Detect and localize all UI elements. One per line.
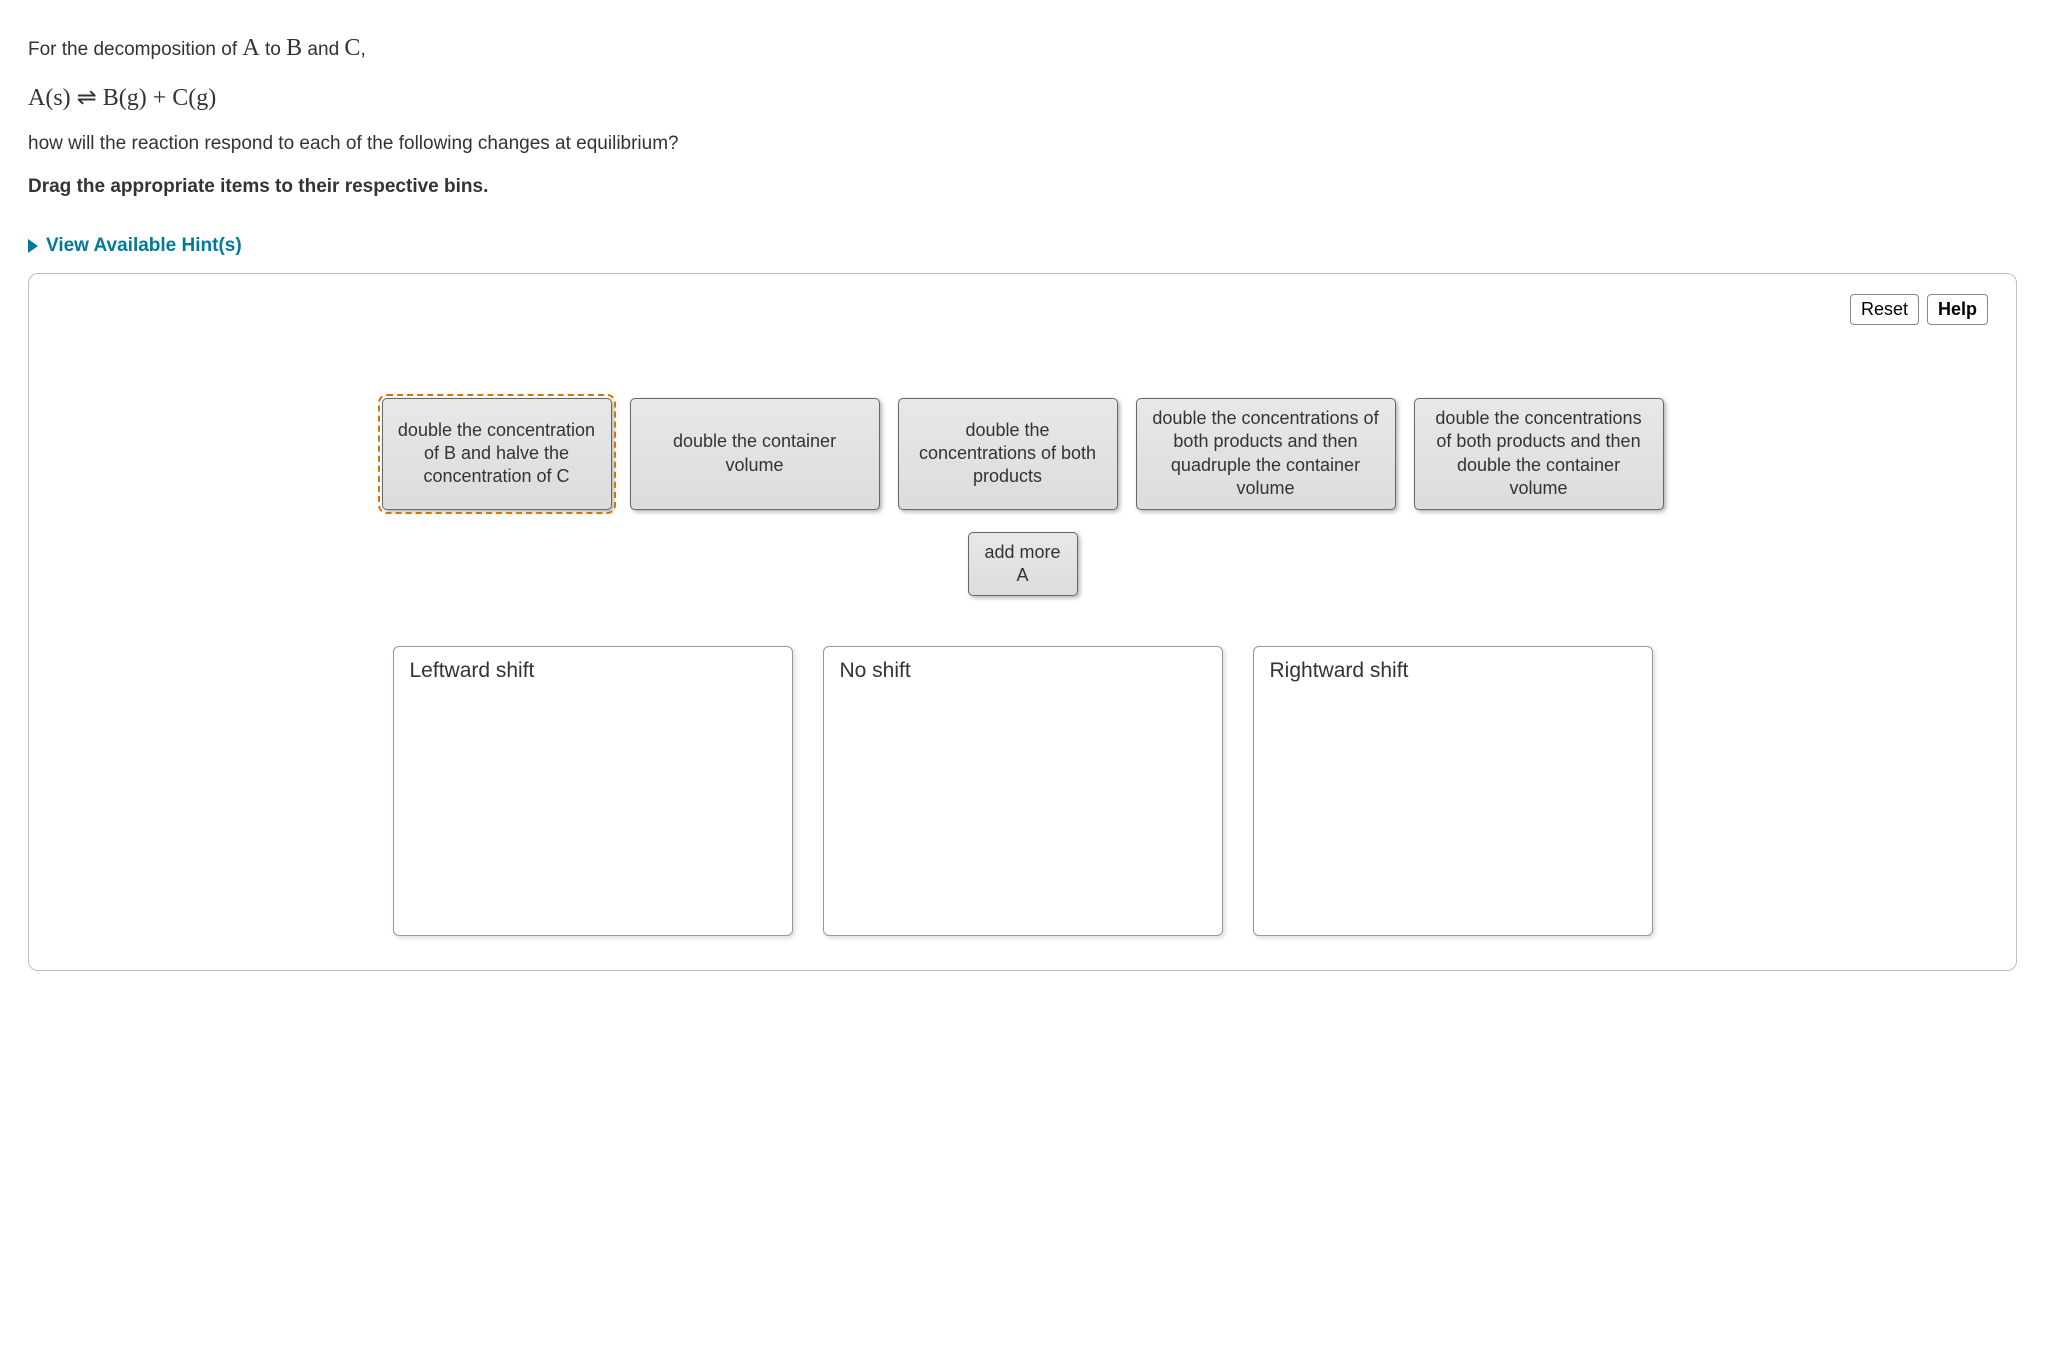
prompt-line-1: For the decomposition of A to B and C, bbox=[28, 30, 2017, 66]
drag-item-double-both-products[interactable]: double the concentrations of both produc… bbox=[898, 398, 1118, 510]
draggables-area: double the concentration of B and halve … bbox=[57, 398, 1988, 596]
reset-button[interactable]: Reset bbox=[1850, 294, 1919, 325]
text: For the decomposition of bbox=[28, 39, 242, 60]
symbol-B: B bbox=[286, 35, 302, 61]
activity-container: Reset Help double the concentration of B… bbox=[28, 273, 2017, 971]
equation: A(s) ⇌ B(g) + C(g) bbox=[28, 80, 2017, 116]
bin-label-right: Rightward shift bbox=[1270, 659, 1636, 683]
drag-item-double-products-quadruple-volume[interactable]: double the concentrations of both produc… bbox=[1136, 398, 1396, 510]
toolbar: Reset Help bbox=[1850, 294, 1988, 325]
bin-no-shift[interactable]: No shift bbox=[823, 646, 1223, 936]
bin-label-left: Leftward shift bbox=[410, 659, 776, 683]
question-prompt: For the decomposition of A to B and C, A… bbox=[28, 30, 2017, 225]
prompt-line-2: how will the reaction respond to each of… bbox=[28, 130, 2017, 159]
symbol-A: A bbox=[242, 35, 259, 61]
bin-leftward-shift[interactable]: Leftward shift bbox=[393, 646, 793, 936]
symbol-C: C bbox=[344, 35, 360, 61]
hints-label: View Available Hint(s) bbox=[46, 235, 242, 257]
drag-item-add-more-a[interactable]: add more A bbox=[968, 532, 1078, 597]
view-hints-toggle[interactable]: View Available Hint(s) bbox=[28, 235, 242, 257]
drag-item-double-b-halve-c[interactable]: double the concentration of B and halve … bbox=[382, 398, 612, 510]
text: , bbox=[360, 39, 365, 60]
drag-item-double-products-double-volume[interactable]: double the concentrations of both produc… bbox=[1414, 398, 1664, 510]
drag-row-1: double the concentration of B and halve … bbox=[57, 398, 1988, 510]
drag-row-2: add more A bbox=[57, 532, 1988, 597]
bin-label-none: No shift bbox=[840, 659, 1206, 683]
text: and bbox=[302, 39, 344, 60]
help-button[interactable]: Help bbox=[1927, 294, 1988, 325]
drag-item-double-container-volume[interactable]: double the container volume bbox=[630, 398, 880, 510]
bins-row: Leftward shift No shift Rightward shift bbox=[57, 646, 1988, 936]
text: to bbox=[260, 39, 286, 60]
triangle-right-icon bbox=[28, 239, 38, 253]
drag-instruction: Drag the appropriate items to their resp… bbox=[28, 173, 2017, 202]
bin-rightward-shift[interactable]: Rightward shift bbox=[1253, 646, 1653, 936]
